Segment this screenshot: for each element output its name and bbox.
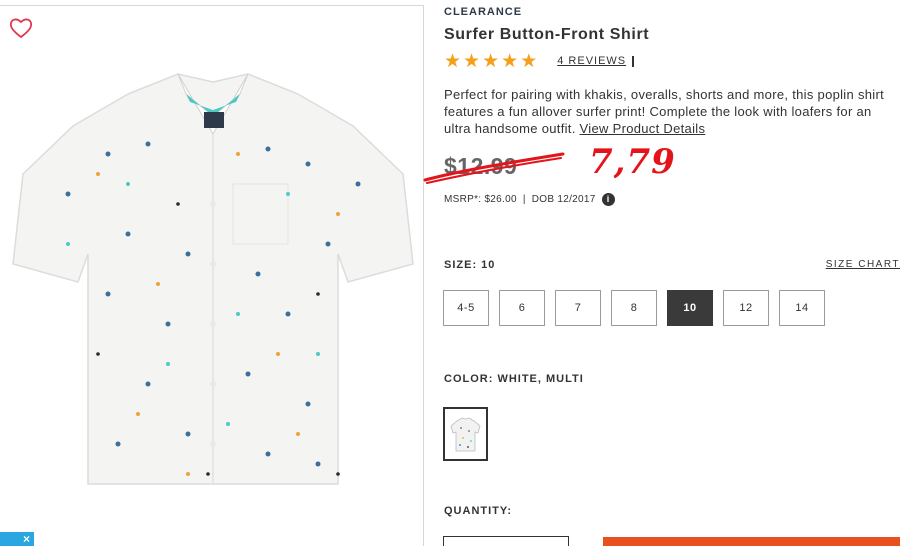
- size-option[interactable]: 6: [499, 290, 545, 326]
- reviews-link[interactable]: 4 REVIEWS: [557, 55, 626, 67]
- star-icon: ★: [501, 50, 519, 72]
- clearance-label: CLEARANCE: [444, 6, 523, 18]
- size-option-selected[interactable]: 10: [667, 290, 713, 326]
- dob-label: DOB 12/2017: [531, 194, 596, 205]
- star-icon: ★: [520, 50, 538, 72]
- size-option[interactable]: 7: [555, 290, 601, 326]
- color-label: COLOR: WHITE, MULTI: [444, 373, 584, 385]
- info-icon[interactable]: i: [601, 193, 615, 206]
- product-description: Perfect for pairing with khakis, overall…: [444, 86, 884, 137]
- size-label: SIZE: 10: [444, 259, 496, 271]
- size-option[interactable]: 14: [779, 290, 825, 326]
- product-details: CLEARANCE Surfer Button-Front Shirt ★ ★ …: [423, 0, 900, 546]
- handwritten-price: 7,79: [589, 142, 676, 182]
- product-image-panel: ×: [0, 5, 424, 546]
- shirt-swatch-icon: [450, 417, 481, 452]
- product-title: Surfer Button-Front Shirt: [444, 26, 650, 43]
- color-swatch[interactable]: [443, 407, 488, 461]
- separator: |: [522, 194, 526, 205]
- size-option[interactable]: 8: [611, 290, 657, 326]
- star-icon: ★: [463, 50, 481, 72]
- size-options: 4-5 6 7 8 10 12 14: [443, 290, 825, 326]
- close-icon: ×: [22, 532, 30, 546]
- strikethrough-mark: [423, 152, 565, 184]
- rating-row: ★ ★ ★ ★ ★ 4 REVIEWS: [444, 51, 635, 71]
- msrp-value: MSRP*: $26.00: [444, 194, 517, 205]
- size-option[interactable]: 4-5: [443, 290, 489, 326]
- view-product-details-link[interactable]: View Product Details: [580, 121, 706, 136]
- star-rating: ★ ★ ★ ★ ★: [444, 52, 537, 71]
- divider: [632, 55, 635, 67]
- size-chart-link[interactable]: SIZE CHART: [826, 259, 900, 270]
- size-option[interactable]: 12: [723, 290, 769, 326]
- heart-icon[interactable]: [9, 17, 33, 39]
- msrp-row: MSRP*: $26.00 | DOB 12/2017 i: [444, 193, 615, 206]
- add-to-bag-button[interactable]: [603, 537, 900, 546]
- star-icon: ★: [482, 50, 500, 72]
- quantity-select[interactable]: [443, 536, 569, 546]
- close-tab-button[interactable]: ×: [0, 532, 34, 546]
- quantity-label: QUANTITY:: [444, 505, 513, 517]
- star-icon: ★: [444, 50, 462, 72]
- product-image: [12, 73, 414, 485]
